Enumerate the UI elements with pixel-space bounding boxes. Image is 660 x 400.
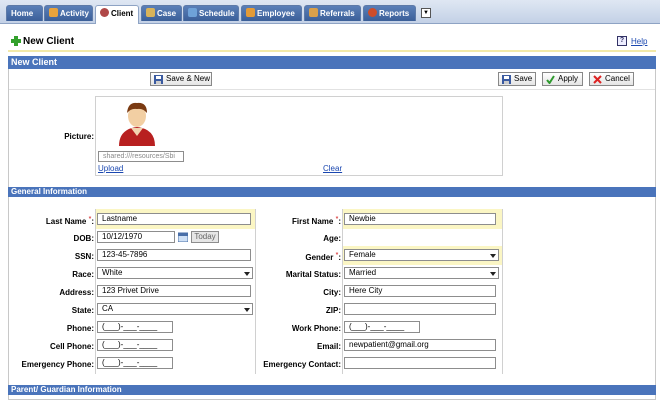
section-parent-guardian-information: Parent/ Guardian Information: [8, 385, 656, 395]
tab-home[interactable]: Home: [6, 5, 43, 21]
emergency-phone-field[interactable]: (___)-___-____: [97, 357, 173, 369]
state-label: State:: [71, 306, 94, 315]
save-and-new-button[interactable]: Save & New: [150, 72, 212, 86]
help-icon[interactable]: ?: [617, 36, 627, 46]
first-name-label: First Name *:: [292, 216, 341, 226]
tab-schedule[interactable]: Schedule: [183, 5, 239, 21]
tab-employee-label: Employee: [257, 9, 295, 18]
grid-line: [255, 209, 256, 374]
cancel-x-icon: [593, 75, 602, 84]
gender-label: Gender *:: [305, 252, 341, 262]
main-nav: Home Activity Client Case Schedule Emplo…: [0, 0, 660, 24]
tab-employee[interactable]: Employee: [241, 5, 302, 21]
city-field[interactable]: Here City: [344, 285, 496, 297]
save-and-new-label: Save & New: [166, 74, 211, 83]
marital-status-select[interactable]: Married: [344, 267, 499, 279]
checkmark-icon: [546, 75, 555, 85]
apply-button[interactable]: Apply: [542, 72, 583, 86]
picture-path-field[interactable]: shared:///resources/Sbi: [98, 151, 184, 162]
emergency-contact-label: Emergency Contact:: [263, 360, 341, 369]
toolbar-divider: [9, 89, 655, 90]
help-link[interactable]: Help: [631, 37, 647, 46]
ssn-field[interactable]: 123-45-7896: [97, 249, 251, 261]
chevron-down-icon: [490, 272, 496, 276]
age-label: Age:: [323, 234, 341, 243]
address-label: Address:: [59, 288, 94, 297]
more-tabs-button[interactable]: ▼: [421, 8, 431, 18]
tab-client[interactable]: Client: [95, 5, 139, 24]
add-icon: [11, 36, 21, 46]
address-field[interactable]: 123 Privet Drive: [97, 285, 251, 297]
tab-client-label: Client: [111, 9, 134, 18]
chevron-down-icon: [244, 272, 250, 276]
grid-line: [95, 209, 96, 374]
grid-line: [502, 209, 503, 374]
zip-field[interactable]: [344, 303, 496, 315]
grid-line: [342, 209, 343, 374]
work-phone-field[interactable]: (___)-___-____: [344, 321, 420, 333]
emergency-contact-field[interactable]: [344, 357, 496, 369]
save-icon: [502, 75, 511, 84]
client-avatar-image: [119, 102, 155, 146]
tab-reports-label: Reports: [379, 9, 410, 18]
panel-title: New Client: [8, 56, 656, 69]
case-icon: [146, 8, 155, 17]
apply-label: Apply: [558, 74, 579, 83]
email-field[interactable]: newpatient@gmail.org: [344, 339, 496, 351]
tab-activity-label: Activity: [60, 9, 89, 18]
activity-icon: [49, 8, 58, 17]
email-label: Email:: [316, 342, 341, 351]
tab-referrals[interactable]: Referrals: [304, 5, 361, 21]
dob-field[interactable]: 10/12/1970: [97, 231, 175, 243]
page-title: New Client: [23, 36, 75, 47]
client-icon: [100, 8, 109, 17]
header-divider: [8, 50, 656, 52]
race-select[interactable]: White: [97, 267, 253, 279]
upload-link[interactable]: Upload: [98, 164, 123, 173]
race-label: Race:: [72, 270, 94, 279]
tab-case[interactable]: Case: [141, 5, 182, 21]
schedule-icon: [188, 8, 197, 17]
cell-phone-label: Cell Phone:: [49, 342, 94, 351]
dob-label: DOB:: [73, 234, 94, 243]
zip-label: ZIP:: [325, 306, 341, 315]
referrals-icon: [309, 8, 318, 17]
tab-home-label: Home: [11, 9, 34, 18]
last-name-label: Last Name *:: [45, 216, 94, 226]
today-button[interactable]: Today: [191, 231, 219, 243]
chevron-down-icon: [244, 308, 250, 312]
tab-activity[interactable]: Activity: [44, 5, 93, 21]
clear-link[interactable]: Clear: [323, 164, 342, 173]
state-select[interactable]: CA: [97, 303, 253, 315]
city-label: City:: [323, 288, 341, 297]
work-phone-label: Work Phone:: [291, 324, 341, 333]
phone-label: Phone:: [66, 324, 94, 333]
calendar-icon[interactable]: [178, 232, 188, 242]
chevron-down-icon: [490, 254, 496, 258]
picture-label: Picture:: [64, 132, 94, 141]
cell-phone-field[interactable]: (___)-___-____: [97, 339, 173, 351]
gender-select[interactable]: Female: [344, 249, 499, 261]
tab-reports[interactable]: Reports: [363, 5, 416, 21]
phone-field[interactable]: (___)-___-____: [97, 321, 173, 333]
employee-icon: [246, 8, 255, 17]
ssn-label: SSN:: [74, 252, 94, 261]
first-name-field[interactable]: Newbie: [344, 213, 496, 225]
section-general-information: General Information: [8, 187, 656, 197]
marital-status-label: Marital Status:: [285, 270, 341, 279]
save-button[interactable]: Save: [498, 72, 536, 86]
last-name-field[interactable]: Lastname: [97, 213, 251, 225]
cancel-label: Cancel: [605, 74, 630, 83]
reports-icon: [368, 8, 377, 17]
tab-referrals-label: Referrals: [320, 9, 355, 18]
cancel-button[interactable]: Cancel: [589, 72, 634, 86]
save-icon: [154, 75, 163, 84]
emergency-phone-label: Emergency Phone:: [21, 360, 94, 369]
tab-schedule-label: Schedule: [199, 9, 235, 18]
save-label: Save: [514, 74, 533, 83]
tab-case-label: Case: [157, 9, 177, 18]
